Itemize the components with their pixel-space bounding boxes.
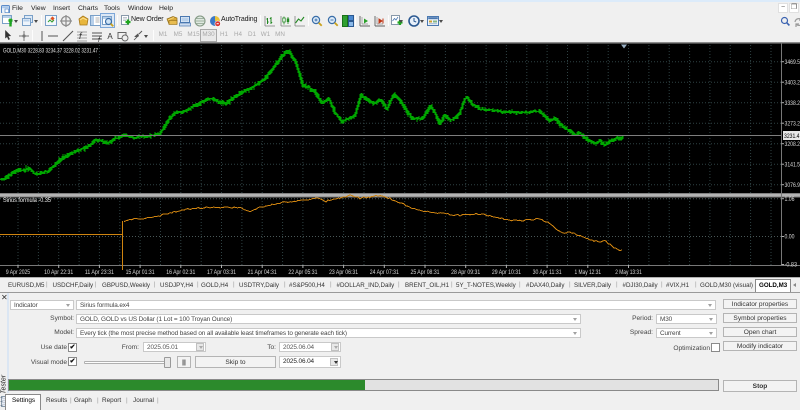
svg-text:2 May 13:31: 2 May 13:31 xyxy=(615,270,642,276)
svg-text:f: f xyxy=(79,31,83,41)
svg-text:23 Apr 06:31: 23 Apr 06:31 xyxy=(329,270,359,276)
svg-text:30 Apr 11:31: 30 Apr 11:31 xyxy=(533,270,563,276)
svg-text:1.06: 1.06 xyxy=(785,196,795,203)
svg-text:28 Apr 09:31: 28 Apr 09:31 xyxy=(451,270,481,276)
svg-text:1 May 12:31: 1 May 12:31 xyxy=(574,270,601,276)
svg-text:24 Apr 07:31: 24 Apr 07:31 xyxy=(370,270,400,276)
svg-text:0.00: 0.00 xyxy=(785,234,795,241)
svg-text:GOLD,M30 3228.83 3234.37 3228: GOLD,M30 3228.83 3234.37 3228.02 3231.47 xyxy=(3,48,98,55)
svg-text:15 Apr 01:31: 15 Apr 01:31 xyxy=(126,270,156,276)
svg-text:29 Apr 10:31: 29 Apr 10:31 xyxy=(492,270,522,276)
svg-text:25 Apr 08:31: 25 Apr 08:31 xyxy=(410,270,440,276)
svg-text:22 Apr 05:31: 22 Apr 05:31 xyxy=(288,270,318,276)
svg-text:3231.4: 3231.4 xyxy=(784,133,800,140)
svg-text:11 Apr 23:31: 11 Apr 23:31 xyxy=(85,270,115,276)
svg-text:3469.5: 3469.5 xyxy=(785,59,800,66)
svg-text:21 Apr 04:31: 21 Apr 04:31 xyxy=(248,270,278,276)
svg-text:3076.9: 3076.9 xyxy=(785,182,800,189)
svg-text:3141.5: 3141.5 xyxy=(785,161,800,168)
svg-text:3208.2: 3208.2 xyxy=(785,141,800,148)
svg-text:3338.2: 3338.2 xyxy=(785,100,800,107)
svg-text:10 Apr 22:31: 10 Apr 22:31 xyxy=(44,270,74,276)
svg-text:9 Apr 2025: 9 Apr 2025 xyxy=(6,270,31,276)
svg-text:Sirius formula -0.35: Sirius formula -0.35 xyxy=(3,197,51,204)
svg-text:-0.83: -0.83 xyxy=(785,262,798,269)
svg-text:3273.2: 3273.2 xyxy=(785,120,800,127)
svg-text:16 Apr 02:31: 16 Apr 02:31 xyxy=(166,270,196,276)
svg-text:3403.2: 3403.2 xyxy=(785,79,800,86)
svg-text:17 Apr 03:31: 17 Apr 03:31 xyxy=(207,270,237,276)
